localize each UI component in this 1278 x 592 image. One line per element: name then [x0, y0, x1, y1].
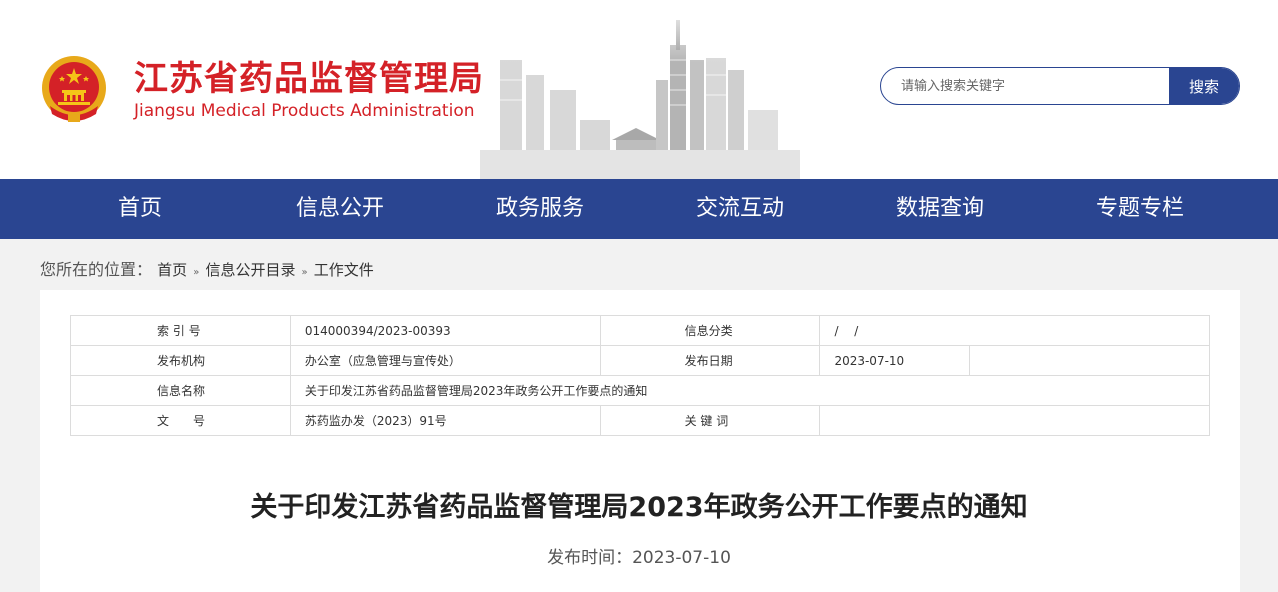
document-number-label: 文 号: [70, 405, 291, 436]
keywords-value: [819, 405, 1210, 436]
nav-item-data-query[interactable]: 数据查询: [840, 179, 1040, 239]
publisher-value: 办公室（应急管理与宣传处）: [289, 345, 601, 376]
main-nav: 首页 信息公开 政务服务 交流互动 数据查询 专题专栏: [0, 179, 1278, 239]
empty-cell: [969, 345, 1210, 376]
breadcrumb-separator: »: [193, 267, 200, 278]
search-box: 搜索: [880, 67, 1240, 105]
breadcrumb-separator: »: [301, 267, 308, 278]
nav-item-interaction[interactable]: 交流互动: [640, 179, 840, 239]
breadcrumb-work-documents[interactable]: 工作文件: [314, 261, 374, 279]
nav-item-special-topics[interactable]: 专题专栏: [1040, 179, 1240, 239]
breadcrumb: 您所在的位置： 首页 » 信息公开目录 » 工作文件: [40, 258, 374, 282]
table-row: 文 号 苏药监办发（2023）91号 关 键 词: [70, 405, 1210, 436]
publish-time: 发布时间：2023-07-10: [0, 545, 1278, 571]
site-name-chinese[interactable]: 江苏省药品监督管理局: [134, 58, 484, 100]
document-number-value: 苏药监办发（2023）91号: [289, 405, 601, 436]
nav-item-home[interactable]: 首页: [40, 179, 240, 239]
site-name-english[interactable]: Jiangsu Medical Products Administration: [134, 100, 475, 122]
national-emblem-icon[interactable]: [40, 54, 108, 126]
breadcrumb-home[interactable]: 首页: [157, 261, 187, 279]
site-header: 江苏省药品监督管理局 Jiangsu Medical Products Admi…: [0, 0, 1278, 179]
breadcrumb-info-catalog[interactable]: 信息公开目录: [205, 261, 295, 279]
index-number-label: 索 引 号: [70, 315, 291, 346]
table-row: 索 引 号 014000394/2023-00393 信息分类 / /: [70, 315, 1210, 346]
nav-item-government-services[interactable]: 政务服务: [440, 179, 640, 239]
breadcrumb-prefix: 您所在的位置：: [40, 260, 153, 279]
publish-time-value: 2023-07-10: [632, 548, 731, 568]
info-name-label: 信息名称: [70, 375, 291, 406]
article-title: 关于印发江苏省药品监督管理局2023年政务公开工作要点的通知: [250, 492, 1028, 523]
publish-date-value: 2023-07-10: [819, 345, 971, 376]
search-button[interactable]: 搜索: [1169, 68, 1239, 104]
info-name-value: 关于印发江苏省药品监督管理局2023年政务公开工作要点的通知: [289, 375, 1211, 406]
publish-date-label: 发布日期: [599, 345, 821, 376]
city-skyline-illustration: [480, 0, 800, 179]
publish-time-label: 发布时间：: [547, 548, 633, 568]
publisher-label: 发布机构: [70, 345, 291, 376]
table-row: 发布机构 办公室（应急管理与宣传处） 发布日期 2023-07-10: [70, 345, 1210, 376]
keywords-label: 关 键 词: [599, 405, 821, 436]
document-info-table: 索 引 号 014000394/2023-00393 信息分类 / / 发布机构…: [70, 315, 1211, 436]
search-input[interactable]: [881, 68, 1169, 104]
index-number-value: 014000394/2023-00393: [289, 315, 601, 346]
table-row: 信息名称 关于印发江苏省药品监督管理局2023年政务公开工作要点的通知: [70, 375, 1211, 406]
nav-item-info-disclosure[interactable]: 信息公开: [240, 179, 440, 239]
category-value: / /: [819, 315, 1210, 346]
category-label: 信息分类: [599, 315, 821, 346]
